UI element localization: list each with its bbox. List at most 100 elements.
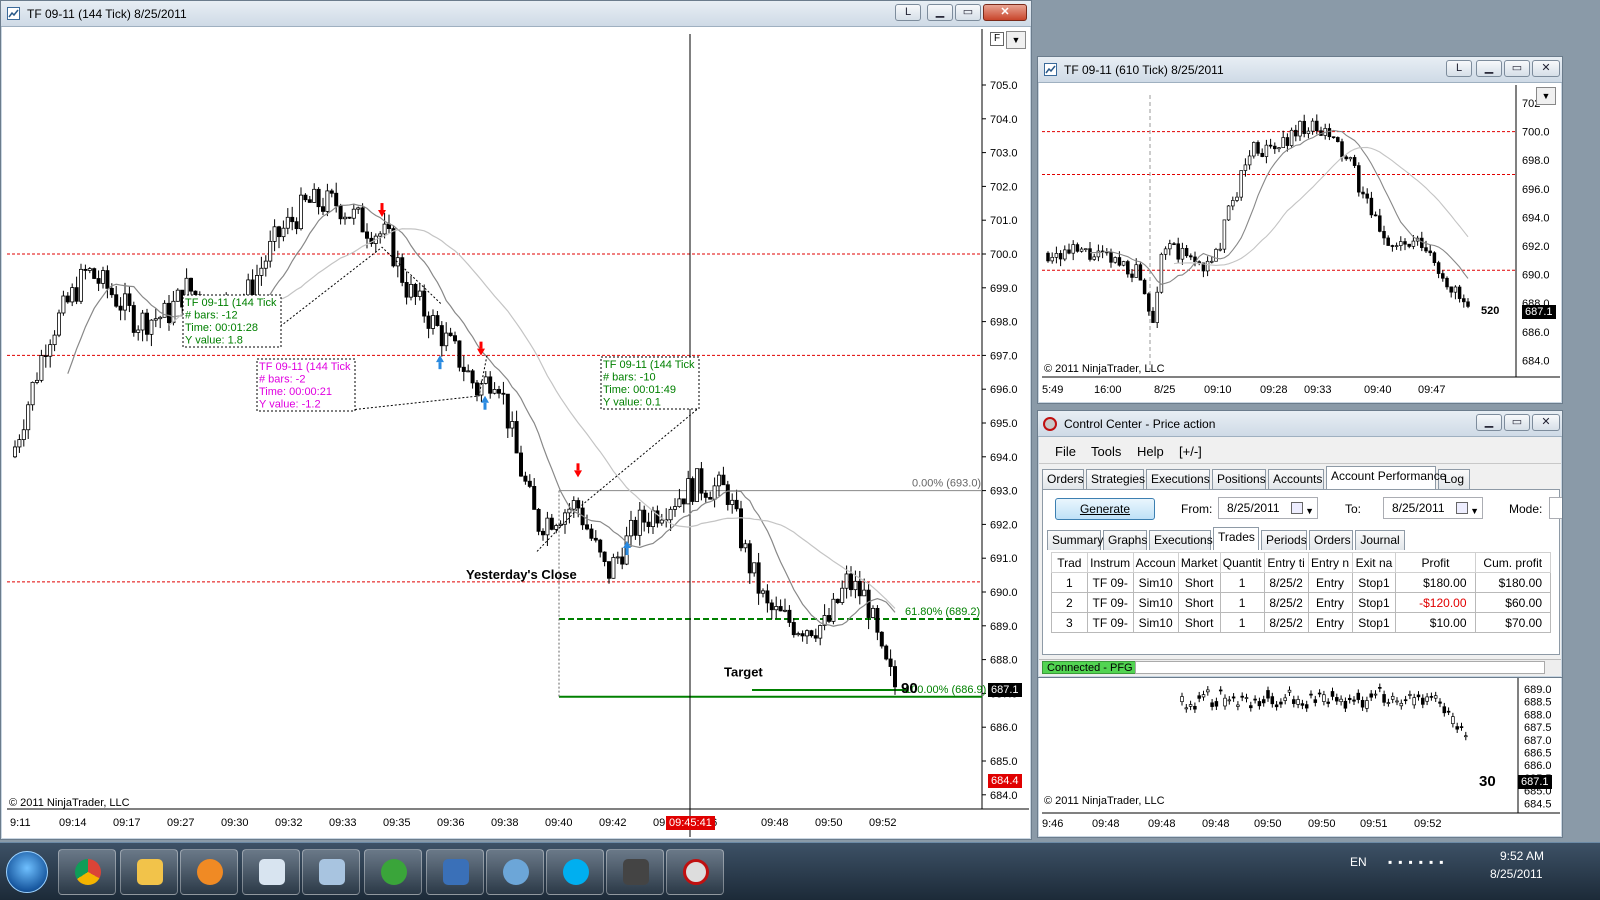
chart-610-titlebar[interactable]: TF 09-11 (610 Tick) 8/25/2011 L ▁ ▭ ✕ (1038, 57, 1562, 83)
chart-dropdown-button[interactable]: ▼ (1536, 87, 1556, 105)
link-button[interactable]: L (895, 4, 921, 21)
column-header[interactable]: Cum. profit (1474, 552, 1551, 573)
yesterdays-close-label: Yesterday's Close (466, 567, 577, 582)
tab-account-performance[interactable]: Account Performance (1326, 466, 1446, 489)
candle-body (360, 207, 365, 233)
subtab-periods[interactable]: Periods (1261, 530, 1307, 550)
to-label: To: (1345, 502, 1362, 516)
chart-610-area[interactable]: 702700.0698.0696.0694.0692.0690.0688.068… (1042, 85, 1560, 401)
back-chart-window[interactable]: 689.0688.5688.0687.5687.0686.5686.0685.5… (1037, 672, 1563, 838)
column-header[interactable]: Exit na (1351, 552, 1397, 573)
time-label: 09:17 (113, 817, 141, 829)
column-header[interactable]: Market (1177, 552, 1221, 573)
tab-executions[interactable]: Executions (1146, 469, 1210, 489)
candle-body (853, 580, 858, 591)
tab-positions[interactable]: Positions (1212, 469, 1266, 489)
table-row[interactable]: 2 TF 09- Sim10 Short 1 8/25/2 Entry Stop1 -$120.… (1051, 592, 1551, 613)
candle-body (1300, 703, 1305, 706)
table-row[interactable]: 3 TF 09- Sim10 Short 1 8/25/2 Entry Stop1 $10.00… (1051, 612, 1551, 633)
utorrent-button[interactable] (364, 849, 422, 895)
column-header[interactable]: Quantit (1219, 552, 1265, 573)
candle-body (268, 240, 273, 262)
candle-body (607, 561, 612, 579)
mode-select[interactable] (1549, 497, 1562, 519)
price-label: 689.0 (990, 621, 1018, 633)
calculator-button[interactable] (302, 849, 360, 895)
tab-strategies[interactable]: Strategies (1086, 469, 1145, 489)
chart-610-window[interactable]: TF 09-11 (610 Tick) 8/25/2011 L ▁ ▭ ✕ 70… (1037, 56, 1563, 404)
candle-body (778, 606, 783, 612)
to-date-picker[interactable]: 8/25/2011 ▼ (1383, 497, 1483, 519)
minimize-button[interactable]: ▁ (927, 4, 953, 21)
control-center-window[interactable]: Control Center - Price action ▁ ▭ ✕ File… (1037, 410, 1563, 678)
close-button[interactable]: ✕ (983, 4, 1027, 21)
tab-accounts[interactable]: Accounts (1268, 469, 1324, 489)
clock-date[interactable]: 8/25/2011 (1490, 867, 1543, 881)
candle-body (1253, 698, 1257, 701)
chrome-button[interactable] (58, 849, 116, 895)
close-button[interactable]: ✕ (1532, 60, 1560, 77)
column-header[interactable]: Instrum (1086, 552, 1134, 573)
column-header[interactable]: Profit (1395, 552, 1476, 573)
subtab-orders[interactable]: Orders (1309, 530, 1353, 550)
subtab-summary[interactable]: Summary (1047, 530, 1103, 550)
minimize-button[interactable]: ▁ (1476, 414, 1502, 431)
column-header[interactable]: Trad (1051, 552, 1088, 573)
menu-file[interactable]: File (1055, 444, 1076, 459)
price-label: 688.0 (1524, 709, 1552, 721)
main-chart-svg[interactable]: 705.0 704.0 703.0 702.0 701.0 700.0 699.0 698.0… (7, 29, 1029, 837)
candle-body (1126, 261, 1130, 275)
main-chart-area[interactable]: 705.0 704.0 703.0 702.0 701.0 700.0 699.0 698.0… (7, 29, 1029, 837)
maximize-button[interactable]: ▭ (955, 4, 981, 21)
subtab-trades[interactable]: Trades (1213, 527, 1259, 550)
menu-help[interactable]: Help (1137, 444, 1164, 459)
ninjatrader-button[interactable] (666, 849, 724, 895)
subtab-graphs[interactable]: Graphs (1103, 530, 1147, 550)
tab-orders[interactable]: Orders (1042, 469, 1084, 489)
explorer-button[interactable] (120, 849, 178, 895)
clock-time[interactable]: 9:52 AM (1500, 849, 1544, 863)
notebook-button[interactable] (426, 849, 484, 895)
column-header[interactable]: Accoun (1132, 552, 1179, 573)
candle-body (17, 439, 22, 448)
table-row[interactable]: 1 TF 09- Sim10 Short 1 8/25/2 Entry Stop1 $180.0… (1051, 572, 1551, 593)
generate-button[interactable]: Generate (1055, 498, 1155, 520)
tray-icons[interactable]: ▪▪▪▪▪▪ (1388, 855, 1450, 869)
candle-body (188, 277, 193, 292)
media-player-button[interactable] (180, 849, 238, 895)
main-chart-titlebar[interactable]: TF 09-11 (144 Tick) 8/25/2011 L ▁ ▭ ✕ (1, 1, 1031, 27)
candle-body (1294, 129, 1298, 137)
link-button[interactable]: L (1446, 60, 1472, 77)
skype-button[interactable] (546, 849, 604, 895)
column-header[interactable]: Entry ti (1263, 552, 1309, 573)
start-button[interactable] (6, 851, 48, 893)
maximize-button[interactable]: ▭ (1504, 60, 1530, 77)
column-header[interactable]: Entry n (1307, 552, 1353, 573)
candle-body (391, 228, 396, 267)
language-indicator[interactable]: EN (1350, 855, 1367, 869)
measure-box-text: # bars: -2 (259, 374, 305, 386)
candle-body (1184, 248, 1189, 257)
back-chart-area[interactable]: 689.0688.5688.0687.5687.0686.5686.0685.5… (1042, 675, 1560, 835)
chart-610-svg[interactable]: 702700.0698.0696.0694.0692.0690.0688.068… (1042, 85, 1560, 401)
maximize-button[interactable]: ▭ (1504, 414, 1530, 431)
menu-tools[interactable]: Tools (1091, 444, 1121, 459)
chart-icon (1044, 63, 1057, 76)
close-button[interactable]: ✕ (1532, 414, 1560, 431)
chart-dropdown-button[interactable]: ▼ (1006, 31, 1026, 49)
candle-body (1322, 694, 1326, 702)
minimize-button[interactable]: ▁ (1476, 60, 1502, 77)
chart-menu-button[interactable]: F (990, 32, 1004, 46)
menu-expand[interactable]: [+/-] (1179, 444, 1202, 459)
back-chart-svg[interactable]: 689.0688.5688.0687.5687.0686.5686.0685.5… (1042, 675, 1560, 835)
control-center-titlebar[interactable]: Control Center - Price action ▁ ▭ ✕ (1038, 411, 1562, 437)
subtab-journal[interactable]: Journal (1355, 530, 1405, 550)
main-chart-window[interactable]: TF 09-11 (144 Tick) 8/25/2011 L ▁ ▭ ✕ 70… (0, 0, 1032, 840)
calendar-button[interactable] (242, 849, 300, 895)
utorrent-icon (381, 859, 407, 885)
subtab-executions[interactable]: Executions (1149, 530, 1213, 550)
camera-button[interactable] (606, 849, 664, 895)
from-date-picker[interactable]: 8/25/2011 ▼ (1218, 497, 1318, 519)
trades-table[interactable]: Trad Instrum Accoun Market Quantit Entry ti En… (1051, 552, 1551, 633)
gtalk-button[interactable] (486, 849, 544, 895)
